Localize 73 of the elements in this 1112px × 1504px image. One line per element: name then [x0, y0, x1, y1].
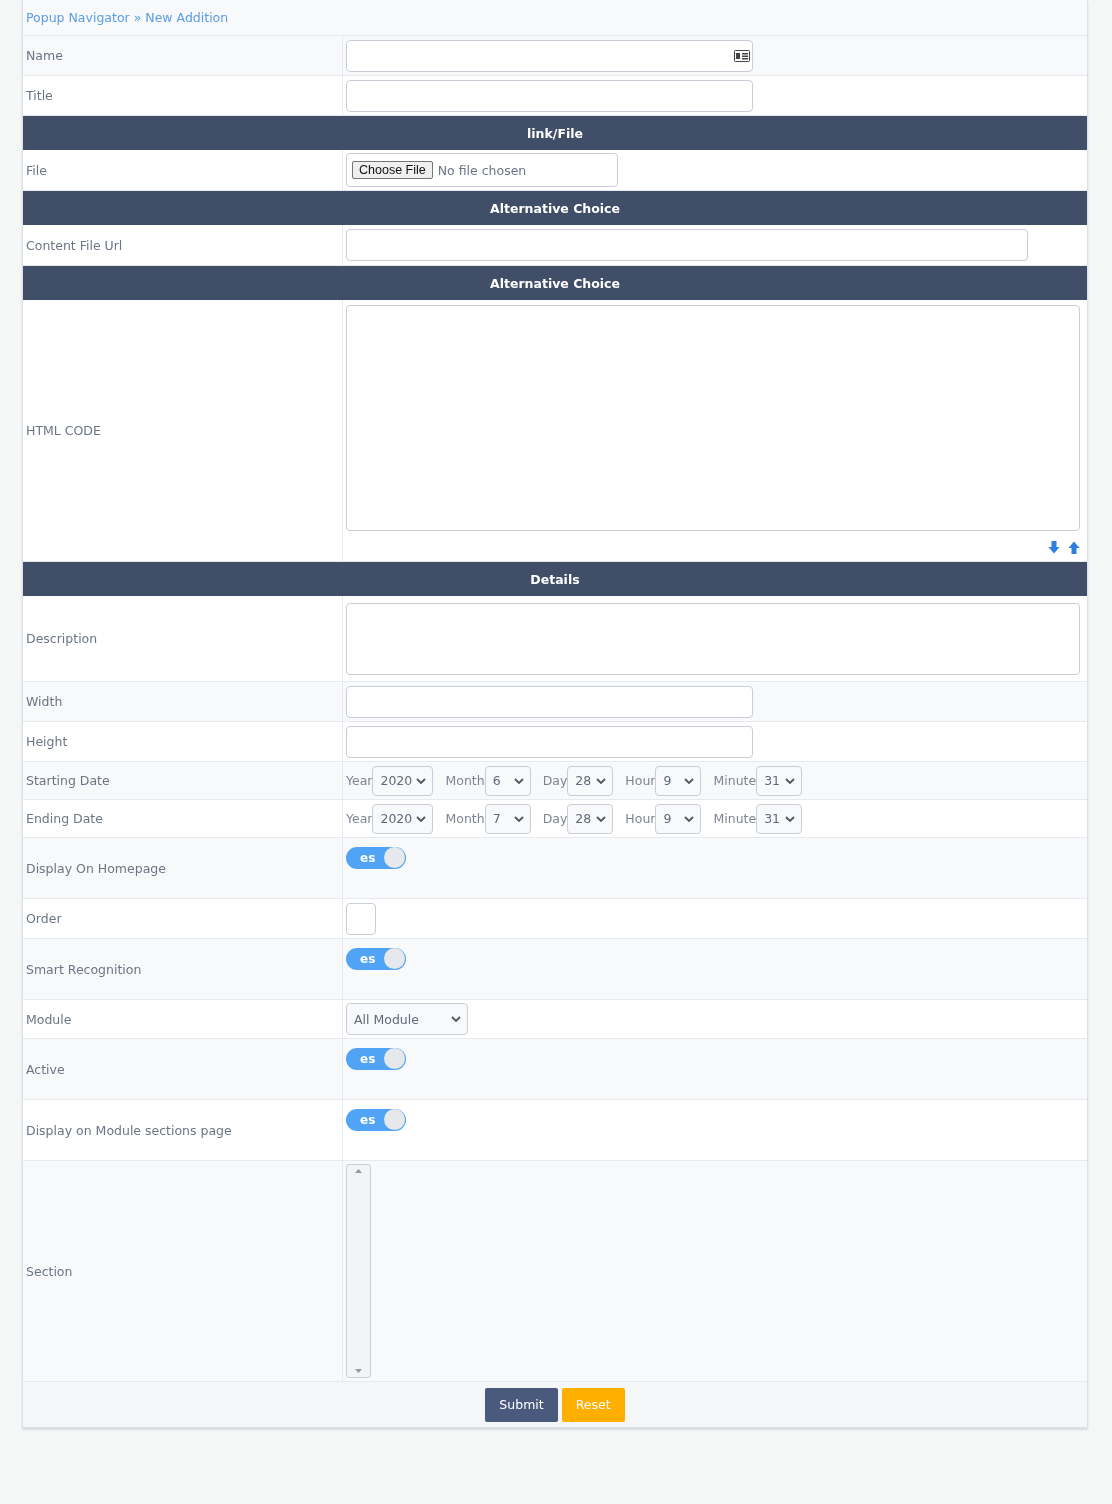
field-label: Module: [26, 1011, 72, 1027]
chevron-down-icon: [513, 777, 524, 784]
field-label: Order: [26, 911, 62, 926]
scroll-down-icon[interactable]: [355, 1369, 362, 1373]
field-label: Starting Date: [26, 773, 110, 788]
date-select[interactable]: 7: [484, 803, 531, 834]
chevron-down-icon: [684, 777, 695, 784]
date-part-label: Day: [542, 773, 568, 788]
choose-file-button[interactable]: Choose File: [352, 161, 433, 179]
section-header: Alternative Choice: [23, 266, 1087, 300]
file-status: No file chosen: [437, 162, 527, 178]
scroll-up-icon[interactable]: [355, 1169, 362, 1173]
order-input[interactable]: [346, 902, 376, 935]
section-header: Details: [23, 562, 1087, 596]
url-input[interactable]: [346, 229, 1028, 261]
section-header: Alternative Choice: [23, 191, 1087, 225]
module-select[interactable]: All Module: [346, 1003, 468, 1035]
field-label: Ending Date: [26, 811, 103, 826]
date-select[interactable]: 2020: [372, 803, 434, 834]
chevron-down-icon: [451, 1016, 461, 1022]
field-label: Smart Recognition: [26, 961, 142, 977]
arrow-up-icon[interactable]: [1068, 541, 1080, 554]
chevron-down-icon: [596, 815, 607, 822]
field-label: Width: [26, 694, 63, 709]
text-input[interactable]: [346, 685, 753, 718]
field-label: Title: [26, 88, 53, 103]
field-label: Display On Homepage: [26, 860, 166, 876]
date-part-label: Hour: [625, 773, 656, 788]
field-label: Content File Url: [26, 237, 123, 253]
field-label: Description: [26, 631, 98, 646]
submit-button[interactable]: Submit: [485, 1387, 558, 1422]
field-label: Height: [26, 734, 68, 749]
chevron-down-icon: [684, 815, 695, 822]
chevron-down-icon: [416, 815, 427, 822]
field-label: Section: [26, 1263, 73, 1279]
date-part-label: Minute: [713, 811, 757, 826]
date-part-label: Year: [346, 773, 373, 788]
text-input[interactable]: [346, 79, 753, 112]
chevron-down-icon: [513, 815, 524, 822]
date-select[interactable]: 9: [655, 765, 702, 796]
chevron-down-icon: [596, 777, 607, 784]
section-listbox[interactable]: [346, 1164, 371, 1378]
date-select[interactable]: 31: [756, 765, 803, 796]
breadcrumb-current: New Addition: [145, 10, 229, 25]
text-input[interactable]: [346, 39, 753, 72]
date-part-label: Minute: [713, 773, 757, 788]
date-select[interactable]: 28: [567, 803, 614, 834]
date-select[interactable]: 2020: [372, 765, 434, 796]
file-input[interactable]: Choose File No file chosen: [346, 153, 618, 187]
date-part-label: Year: [346, 811, 373, 826]
chevron-down-icon: [785, 777, 796, 784]
section-header: link/File: [23, 116, 1087, 150]
field-label: Name: [26, 48, 63, 63]
date-select[interactable]: 9: [655, 803, 702, 834]
date-part-label: Hour: [625, 811, 656, 826]
field-label: Display on Module sections page: [26, 1122, 232, 1138]
chevron-down-icon: [416, 777, 427, 784]
date-part-label: Day: [542, 811, 568, 826]
arrow-down-icon[interactable]: [1048, 541, 1060, 554]
text-input[interactable]: [346, 725, 753, 758]
date-part-label: Month: [445, 773, 485, 788]
date-select[interactable]: 28: [567, 765, 614, 796]
breadcrumb-link[interactable]: Popup Navigator: [26, 10, 130, 25]
date-part-label: Month: [445, 811, 485, 826]
field-label: File: [26, 162, 47, 178]
date-select[interactable]: 31: [756, 803, 803, 834]
chevron-down-icon: [785, 815, 796, 822]
field-label: Active: [26, 1061, 65, 1077]
field-label: HTML CODE: [26, 423, 101, 438]
description-textarea[interactable]: [346, 602, 1080, 675]
date-select[interactable]: 6: [484, 765, 531, 796]
code-textarea[interactable]: [346, 305, 1080, 531]
breadcrumb-separator: »: [133, 10, 142, 25]
